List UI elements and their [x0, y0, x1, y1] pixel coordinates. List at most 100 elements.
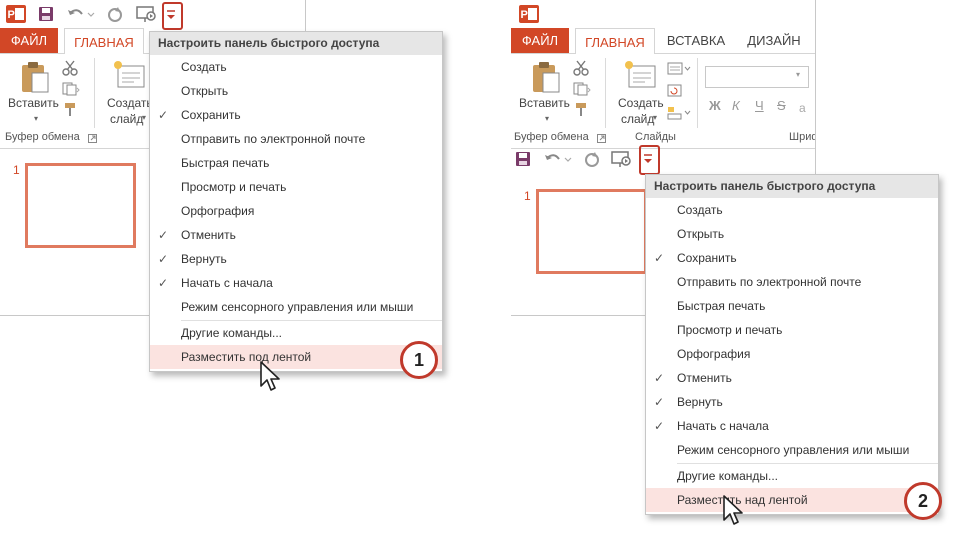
cut-icon[interactable]	[573, 60, 589, 79]
font-group-label: Шриф	[789, 131, 815, 143]
menu-item-open[interactable]: Открыть	[646, 222, 938, 246]
menu-item-label: Быстрая печать	[677, 299, 766, 313]
cut-icon[interactable]	[62, 60, 78, 79]
format-painter-icon[interactable]	[573, 102, 589, 121]
tab-file[interactable]: ФАЙЛ	[0, 28, 58, 53]
tab-file[interactable]: ФАЙЛ	[511, 28, 569, 53]
menu-item-touch-mode[interactable]: Режим сенсорного управления или мыши	[646, 438, 938, 462]
new-slide-dropdown-icon[interactable]: ▾	[142, 113, 146, 122]
strikethrough-button[interactable]: S	[777, 98, 786, 113]
ribbon: Вставить ▾ Создать слайд ▾ ▾ Ж К Ч S a Б…	[511, 54, 815, 149]
clipboard-group-label: Буфер обмена	[514, 131, 589, 143]
save-icon[interactable]	[38, 6, 54, 22]
dialog-launcher-icon[interactable]	[597, 132, 606, 146]
check-icon: ✓	[158, 108, 169, 122]
ribbon-separator	[697, 58, 698, 128]
mouse-pointer-icon	[259, 360, 283, 397]
menu-item-save[interactable]: ✓ Сохранить	[646, 246, 938, 270]
present-icon[interactable]	[611, 150, 633, 168]
reset-icon[interactable]	[667, 84, 683, 101]
tab-design[interactable]: ДИЗАЙН	[739, 28, 809, 53]
menu-item-quick-print[interactable]: Быстрая печать	[150, 151, 442, 175]
new-slide-label-line-2[interactable]: слайд	[621, 112, 654, 126]
menu-item-quick-print[interactable]: Быстрая печать	[646, 294, 938, 318]
dialog-launcher-icon[interactable]	[88, 132, 97, 146]
slide-number: 1	[524, 189, 531, 203]
paste-label[interactable]: Вставить	[519, 96, 570, 110]
powerpoint-logo-icon: P	[519, 5, 539, 23]
menu-item-label: Вернуть	[677, 395, 723, 409]
menu-item-label: Отправить по электронной почте	[181, 132, 366, 146]
slide-thumbnail[interactable]	[536, 189, 647, 274]
menu-item-redo[interactable]: ✓ Вернуть	[646, 390, 938, 414]
redo-icon[interactable]	[583, 151, 601, 167]
tab-home[interactable]: ГЛАВНАЯ	[64, 28, 144, 55]
undo-icon[interactable]	[543, 151, 573, 167]
menu-item-more-commands[interactable]: Другие команды...	[150, 321, 442, 345]
new-slide-label-line-2[interactable]: слайд	[110, 112, 143, 126]
paste-dropdown-icon[interactable]: ▾	[34, 114, 38, 123]
mouse-pointer-icon	[722, 494, 746, 531]
text-shadow-icon[interactable]: a	[797, 100, 811, 117]
font-dropdown-icon[interactable]: ▾	[796, 70, 800, 79]
menu-header: Настроить панель быстрого доступа	[646, 175, 938, 198]
menu-item-email[interactable]: Отправить по электронной почте	[646, 270, 938, 294]
underline-button[interactable]: Ч	[755, 98, 764, 113]
ribbon-separator	[94, 58, 95, 128]
svg-text:P: P	[8, 9, 15, 21]
menu-item-show-below-ribbon[interactable]: Разместить под лентой	[150, 345, 442, 369]
menu-item-undo[interactable]: ✓ Отменить	[646, 366, 938, 390]
menu-item-print-preview[interactable]: Просмотр и печать	[150, 175, 442, 199]
tab-home[interactable]: ГЛАВНАЯ	[575, 28, 655, 55]
menu-item-label: Сохранить	[181, 108, 241, 122]
new-slide-icon	[623, 60, 657, 93]
save-icon[interactable]	[515, 151, 531, 167]
bold-button[interactable]: Ж	[709, 98, 721, 113]
menu-item-start-from-beginning[interactable]: ✓ Начать с начала	[150, 271, 442, 295]
paste-dropdown-icon[interactable]: ▾	[545, 114, 549, 123]
menu-item-spelling[interactable]: Орфография	[150, 199, 442, 223]
undo-icon[interactable]	[66, 6, 96, 22]
menu-item-save[interactable]: ✓ Сохранить	[150, 103, 442, 127]
paste-label[interactable]: Вставить	[8, 96, 59, 110]
menu-item-more-commands[interactable]: Другие команды...	[646, 464, 938, 488]
menu-item-label: Режим сенсорного управления или мыши	[677, 443, 910, 457]
menu-item-label: Режим сенсорного управления или мыши	[181, 300, 414, 314]
check-icon: ✓	[654, 371, 665, 385]
font-name-combobox[interactable]	[705, 66, 809, 88]
menu-item-undo[interactable]: ✓ Отменить	[150, 223, 442, 247]
tab-insert[interactable]: ВСТАВКА	[659, 28, 733, 53]
ribbon-separator	[605, 58, 606, 128]
layout-icon[interactable]	[667, 62, 691, 79]
menu-item-touch-mode[interactable]: Режим сенсорного управления или мыши	[150, 295, 442, 319]
menu-item-label: Отменить	[677, 371, 732, 385]
paste-icon	[531, 60, 561, 97]
menu-item-start-from-beginning[interactable]: ✓ Начать с начала	[646, 414, 938, 438]
copy-icon[interactable]	[573, 82, 591, 99]
step-badge: 2	[904, 482, 942, 520]
menu-item-print-preview[interactable]: Просмотр и печать	[646, 318, 938, 342]
menu-item-label: Просмотр и печать	[181, 180, 287, 194]
italic-button[interactable]: К	[732, 98, 740, 113]
new-slide-label-line-1[interactable]: Создать	[107, 96, 153, 110]
section-icon[interactable]	[667, 106, 691, 123]
menu-item-open[interactable]: Открыть	[150, 79, 442, 103]
menu-item-label: Вернуть	[181, 252, 227, 266]
menu-item-redo[interactable]: ✓ Вернуть	[150, 247, 442, 271]
redo-icon[interactable]	[106, 6, 124, 22]
menu-item-new[interactable]: Создать	[646, 198, 938, 222]
check-icon: ✓	[158, 252, 169, 266]
menu-item-show-above-ribbon[interactable]: Разместить над лентой	[646, 488, 938, 512]
menu-item-label: Другие команды...	[181, 326, 282, 340]
slide-thumbnail[interactable]	[25, 163, 136, 248]
new-slide-dropdown-icon[interactable]: ▾	[653, 113, 657, 122]
menu-item-email[interactable]: Отправить по электронной почте	[150, 127, 442, 151]
menu-item-new[interactable]: Создать	[150, 55, 442, 79]
copy-icon[interactable]	[62, 82, 80, 99]
menu-item-spelling[interactable]: Орфография	[646, 342, 938, 366]
new-slide-label-line-1[interactable]: Создать	[618, 96, 664, 110]
menu-item-label: Начать с начала	[677, 419, 769, 433]
present-icon[interactable]	[136, 5, 158, 23]
format-painter-icon[interactable]	[62, 102, 78, 121]
paste-icon	[20, 60, 50, 97]
